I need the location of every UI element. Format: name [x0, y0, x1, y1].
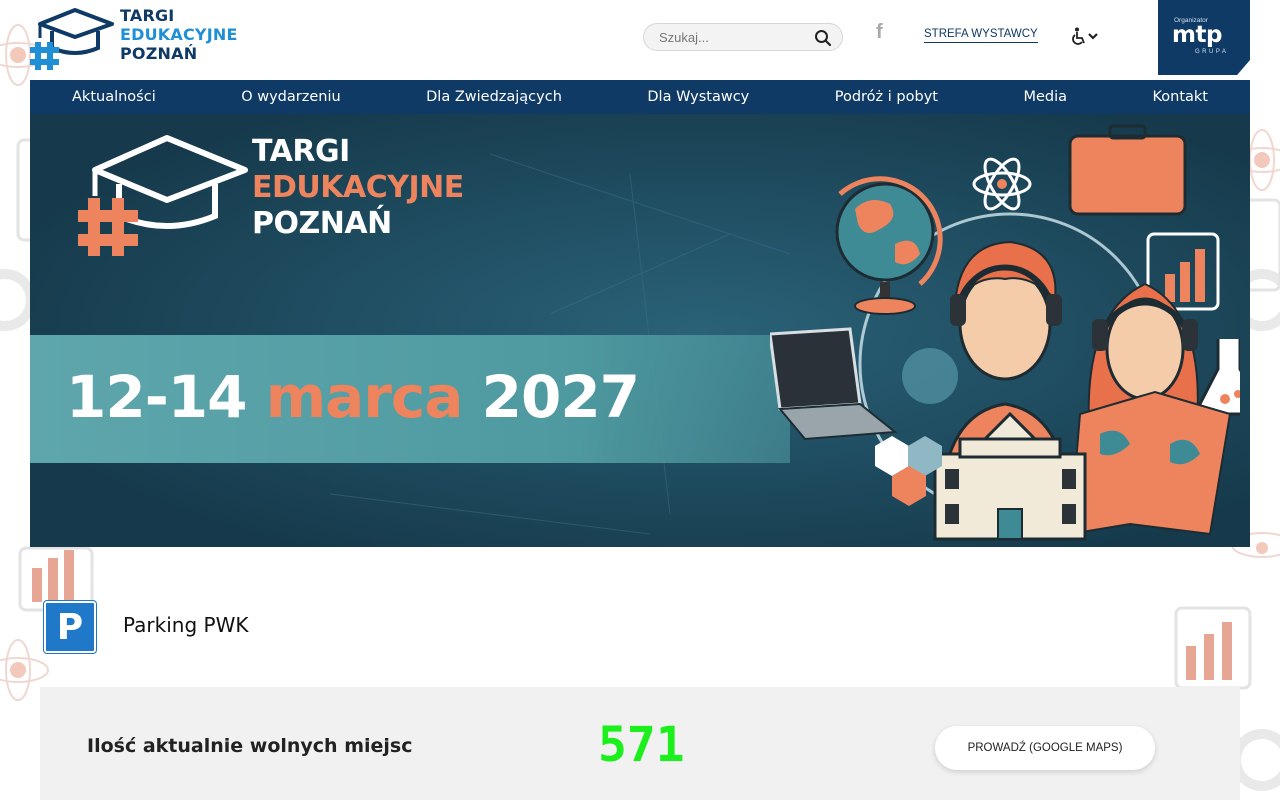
site-header: TARGI EDUKACYJNE POZNAŃ f STREFA WYSTAWC…	[0, 0, 1280, 80]
event-date-days: 12-14	[66, 363, 247, 431]
search-icon[interactable]	[814, 29, 832, 47]
logo-line2: EDUKACYJNE	[120, 25, 238, 44]
parking-info-panel: Ilość aktualnie wolnych miejsc 571 PROWA…	[40, 687, 1240, 800]
organizer-logo[interactable]: Organizator mtp GRUPA	[1158, 0, 1250, 75]
nav-item-media[interactable]: Media	[1023, 89, 1067, 105]
main-navigation: Aktualności O wydarzeniu Dla Zwiedzający…	[30, 80, 1250, 114]
suitcase-icon	[1068, 124, 1187, 216]
wheelchair-icon[interactable]	[1071, 27, 1101, 47]
search-input[interactable]	[644, 24, 804, 50]
navigate-google-maps-button[interactable]: PROWADŹ (GOOGLE MAPS)	[935, 726, 1155, 770]
nav-item-podroz-i-pobyt[interactable]: Podróż i pobyt	[835, 89, 938, 105]
nav-item-dla-wystawcy[interactable]: Dla Wystawcy	[647, 89, 749, 105]
hero-banner: TARGI EDUKACYJNE POZNAŃ 12-14 marca 2027	[30, 114, 1250, 547]
facebook-icon[interactable]: f	[876, 21, 883, 44]
site-logo[interactable]: TARGI EDUKACYJNE POZNAŃ	[28, 4, 237, 72]
atom-icon	[972, 157, 1032, 211]
banner-title-line2: EDUKACYJNE	[252, 170, 464, 205]
free-spots-label: Ilość aktualnie wolnych miejsc	[87, 735, 413, 757]
banner-graduation-hat-icon	[78, 135, 248, 256]
logo-line3: POZNAŃ	[120, 44, 198, 63]
laptop-icon	[770, 327, 898, 441]
parking-sign-icon: P	[43, 600, 97, 654]
map-icon	[1068, 390, 1232, 536]
logo-text: TARGI EDUKACYJNE POZNAŃ	[120, 6, 238, 63]
hexagon-decoration	[875, 436, 942, 506]
exhibitor-zone-link[interactable]: STREFA WYSTAWCY	[924, 28, 1038, 43]
organizer-group-label: GRUPA	[1195, 49, 1229, 55]
nav-item-o-wydarzeniu[interactable]: O wydarzeniu	[241, 89, 340, 105]
search-box	[643, 23, 843, 51]
parking-title: Parking PWK	[123, 613, 249, 637]
free-spots-count: 571	[598, 717, 685, 773]
event-date: 12-14 marca 2027	[66, 363, 640, 431]
globe-icon	[835, 176, 943, 315]
school-building-icon	[933, 411, 1087, 541]
logo-line1: TARGI	[120, 6, 175, 25]
gear-icon	[902, 348, 958, 404]
graduation-hat-icon	[30, 8, 114, 70]
parking-sign-letter: P	[56, 606, 84, 648]
nav-item-aktualnosci[interactable]: Aktualności	[72, 89, 156, 105]
students-illustration	[770, 124, 1240, 541]
banner-title-line1: TARGI	[252, 134, 350, 169]
event-date-month: marca	[265, 363, 464, 431]
banner-title: TARGI EDUKACYJNE POZNAŃ	[252, 134, 464, 242]
nav-item-kontakt[interactable]: Kontakt	[1152, 89, 1208, 105]
chevron-down-icon	[1088, 33, 1098, 40]
event-date-year: 2027	[481, 363, 640, 431]
banner-title-line3: POZNAŃ	[252, 206, 392, 241]
organizer-brand: mtp	[1172, 22, 1222, 48]
nav-item-dla-zwiedzajacych[interactable]: Dla Zwiedzających	[426, 89, 562, 105]
flask-icon	[1198, 339, 1240, 416]
